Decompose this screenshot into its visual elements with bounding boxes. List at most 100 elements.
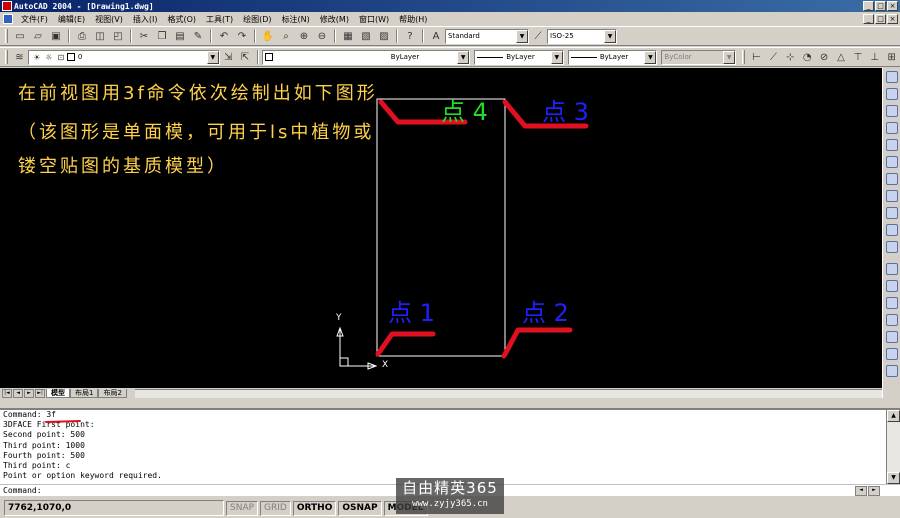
chevron-down-icon[interactable]: ▼ bbox=[516, 29, 528, 43]
tab-layout1[interactable]: 布局1 bbox=[70, 388, 99, 398]
open-file-icon[interactable]: ▱ bbox=[30, 28, 46, 44]
dim-diameter-icon[interactable]: ⊘ bbox=[817, 49, 832, 65]
close-button[interactable]: × bbox=[887, 1, 898, 11]
camera-icon[interactable] bbox=[885, 241, 898, 253]
help-icon[interactable]: ? bbox=[402, 28, 418, 44]
doc-minimize-button[interactable]: _ bbox=[863, 14, 874, 24]
paste-icon[interactable]: ▤ bbox=[172, 28, 188, 44]
menu-tools[interactable]: 工具(T) bbox=[201, 14, 238, 25]
ortho-toggle[interactable]: ORTHO bbox=[292, 500, 337, 516]
layer-previous-icon[interactable]: ⇱ bbox=[238, 49, 253, 65]
surface-torus-icon[interactable] bbox=[885, 348, 898, 360]
dimension-style-combo[interactable]: ISO-25 ▼ bbox=[547, 28, 617, 44]
minimize-button[interactable]: _ bbox=[863, 1, 874, 11]
menu-dimension[interactable]: 标注(N) bbox=[277, 14, 315, 25]
zoom-realtime-icon[interactable]: ⌕ bbox=[278, 28, 294, 44]
view-iso-ne-icon[interactable] bbox=[885, 207, 898, 219]
zoom-previous-icon[interactable]: ⊖ bbox=[314, 28, 330, 44]
quick-dim-icon[interactable]: ⊤ bbox=[850, 49, 865, 65]
lineweight-combo[interactable]: ByLayer ▼ bbox=[567, 49, 658, 65]
view-bottom-icon[interactable] bbox=[885, 88, 898, 100]
print-preview-icon[interactable]: ◫ bbox=[92, 28, 108, 44]
publish-icon[interactable]: ◰ bbox=[110, 28, 126, 44]
color-combo[interactable]: ByLayer ▼ bbox=[261, 49, 471, 65]
menu-draw[interactable]: 绘图(D) bbox=[238, 14, 276, 25]
dim-radius-icon[interactable]: ◔ bbox=[800, 49, 815, 65]
dim-angular-icon[interactable]: △ bbox=[834, 49, 849, 65]
grid-toggle[interactable]: GRID bbox=[260, 500, 291, 516]
properties-icon[interactable]: ▦ bbox=[340, 28, 356, 44]
dim-baseline-icon[interactable]: ⊥ bbox=[867, 49, 882, 65]
menu-edit[interactable]: 编辑(E) bbox=[53, 14, 90, 25]
match-properties-icon[interactable]: ✎ bbox=[190, 28, 206, 44]
tab-first-button[interactable]: |◄ bbox=[2, 388, 12, 398]
menu-window[interactable]: 窗口(W) bbox=[354, 14, 394, 25]
cut-icon[interactable]: ✂ bbox=[136, 28, 152, 44]
zoom-window-icon[interactable]: ⊕ bbox=[296, 28, 312, 44]
doc-close-button[interactable]: × bbox=[887, 14, 898, 24]
menu-modify[interactable]: 修改(M) bbox=[315, 14, 354, 25]
menu-format[interactable]: 格式(O) bbox=[162, 14, 201, 25]
toolbar-grip[interactable] bbox=[5, 50, 8, 64]
layer-combo[interactable]: ☀ ☼ ⊡ 0 ▼ bbox=[27, 49, 220, 65]
redo-icon[interactable]: ↷ bbox=[234, 28, 250, 44]
view-iso-se-icon[interactable] bbox=[885, 190, 898, 202]
pan-icon[interactable]: ✋ bbox=[260, 28, 276, 44]
snap-toggle[interactable]: SNAP bbox=[226, 500, 259, 516]
tab-model[interactable]: 模型 bbox=[46, 388, 70, 398]
view-front-icon[interactable] bbox=[885, 139, 898, 151]
view-top-icon[interactable] bbox=[885, 71, 898, 83]
toolbar-grip[interactable] bbox=[742, 50, 746, 64]
design-center-icon[interactable]: ▧ bbox=[358, 28, 374, 44]
chevron-down-icon[interactable]: ▼ bbox=[604, 29, 616, 43]
copy-icon[interactable]: ❐ bbox=[154, 28, 170, 44]
chevron-down-icon[interactable]: ▼ bbox=[550, 50, 563, 64]
scroll-right-button[interactable]: ► bbox=[868, 485, 880, 496]
surface-3dface-icon[interactable] bbox=[885, 280, 898, 292]
tab-next-button[interactable]: ► bbox=[24, 388, 34, 398]
view-left-icon[interactable] bbox=[885, 105, 898, 117]
scroll-left-button[interactable]: ◄ bbox=[855, 485, 867, 496]
view-iso-nw-icon[interactable] bbox=[885, 224, 898, 236]
menu-insert[interactable]: 插入(I) bbox=[128, 14, 163, 25]
text-style-combo[interactable]: Standard ▼ bbox=[445, 28, 529, 44]
command-vertical-scrollbar[interactable]: ▲ ▼ bbox=[886, 410, 900, 484]
view-iso-sw-icon[interactable] bbox=[885, 173, 898, 185]
menu-view[interactable]: 视图(V) bbox=[90, 14, 128, 25]
document-icon[interactable] bbox=[3, 14, 13, 24]
text-style-icon[interactable]: A bbox=[428, 28, 444, 44]
surface-2d-solid-icon[interactable] bbox=[885, 263, 898, 275]
dim-ordinate-icon[interactable]: ⊹ bbox=[783, 49, 798, 65]
undo-icon[interactable]: ↶ bbox=[216, 28, 232, 44]
view-right-icon[interactable] bbox=[885, 122, 898, 134]
chevron-down-icon[interactable]: ▼ bbox=[723, 50, 736, 64]
osnap-toggle[interactable]: OSNAP bbox=[338, 500, 382, 516]
coordinate-readout[interactable]: 7762,1070,0 bbox=[4, 500, 224, 516]
view-back-icon[interactable] bbox=[885, 156, 898, 168]
tab-layout2[interactable]: 布局2 bbox=[98, 388, 127, 398]
chevron-down-icon[interactable]: ▼ bbox=[457, 50, 470, 64]
dimension-style-icon[interactable]: ⟋ bbox=[530, 28, 546, 44]
scroll-down-button[interactable]: ▼ bbox=[887, 472, 900, 484]
surface-mesh-icon[interactable] bbox=[885, 365, 898, 377]
dim-linear-icon[interactable]: ⊢ bbox=[749, 49, 764, 65]
new-file-icon[interactable]: ▭ bbox=[12, 28, 28, 44]
menu-file[interactable]: 文件(F) bbox=[16, 14, 53, 25]
menu-help[interactable]: 帮助(H) bbox=[394, 14, 432, 25]
tool-palettes-icon[interactable]: ▨ bbox=[376, 28, 392, 44]
drawing-area[interactable]: 在前视图用3f命令依次绘制出如下图形 （该图形是单面模，可用于ls中植物或 镂空… bbox=[0, 68, 882, 388]
surface-dome-icon[interactable] bbox=[885, 331, 898, 343]
surface-box-icon[interactable] bbox=[885, 297, 898, 309]
chevron-down-icon[interactable]: ▼ bbox=[206, 50, 219, 64]
tab-last-button[interactable]: ►| bbox=[35, 388, 45, 398]
save-icon[interactable]: ▣ bbox=[48, 28, 64, 44]
scroll-up-button[interactable]: ▲ bbox=[887, 410, 900, 422]
linetype-combo[interactable]: ByLayer ▼ bbox=[474, 49, 564, 65]
maximize-button[interactable]: □ bbox=[875, 1, 886, 11]
autocad-app-icon[interactable] bbox=[2, 1, 12, 11]
chevron-down-icon[interactable]: ▼ bbox=[644, 50, 657, 64]
horizontal-scrollbar[interactable] bbox=[134, 388, 882, 398]
make-object-layer-current-icon[interactable]: ⇲ bbox=[221, 49, 236, 65]
surface-sphere-icon[interactable] bbox=[885, 314, 898, 326]
layer-manager-icon[interactable]: ≋ bbox=[12, 49, 27, 65]
